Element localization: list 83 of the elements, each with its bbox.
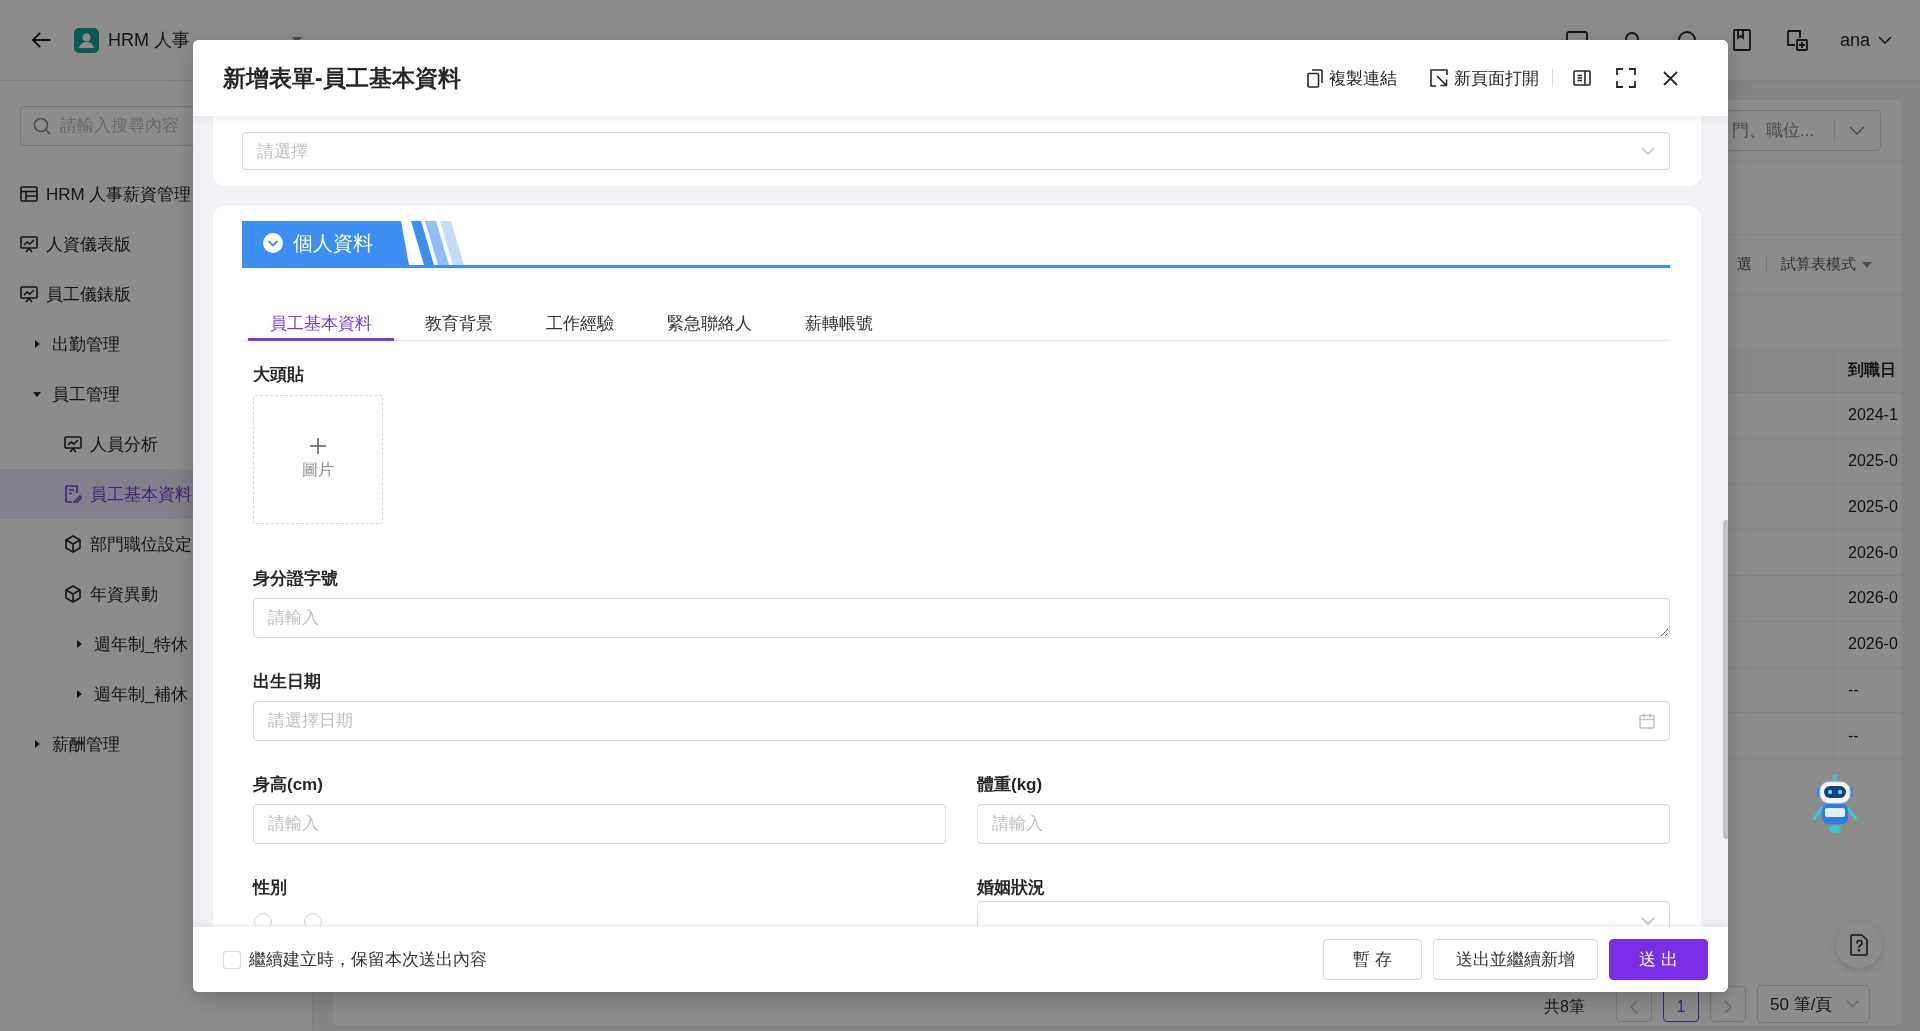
document-pen-icon [64, 485, 82, 503]
table-cell: 2024-1 [1833, 393, 1902, 438]
sidebar-item[interactable]: 員工儀錶版 [20, 269, 131, 319]
presentation-chart-icon [20, 285, 38, 303]
chevron-right-icon [1724, 1000, 1732, 1014]
expand-icon[interactable] [1616, 68, 1636, 88]
tab[interactable]: 員工基本資料 [248, 299, 394, 341]
user-name[interactable]: ana [1839, 29, 1870, 51]
radio-button[interactable] [304, 913, 322, 927]
textarea-field[interactable]: 請輸入 [253, 598, 1670, 638]
open-page-button[interactable]: 新頁面打開 [1430, 66, 1539, 90]
checkbox[interactable] [223, 950, 241, 969]
overlapping-squares-icon[interactable] [1784, 28, 1809, 52]
date-field[interactable]: 請選擇日期 [253, 701, 1670, 741]
field-label: 性別 [253, 877, 288, 899]
robot-icon[interactable] [1810, 774, 1860, 834]
input-field[interactable]: 請輸入 [253, 804, 946, 844]
presentation-chart-icon [64, 435, 82, 453]
submit-continue-button[interactable]: 送出並繼續新增 [1433, 939, 1598, 980]
sidebar-item[interactable]: HRM 人事薪資管理 [20, 169, 192, 219]
cube-icon [64, 585, 82, 603]
field-label: 體重(kg) [977, 774, 1044, 796]
tab[interactable]: 工作經驗 [524, 299, 636, 341]
sidebar-item[interactable]: 部門職位設定 [64, 519, 192, 569]
sidebar-item[interactable]: 人員分析 [64, 419, 158, 469]
tab[interactable]: 緊急聯絡人 [645, 299, 774, 341]
image-upload[interactable]: 圖片 [253, 395, 383, 524]
tab[interactable]: 教育背景 [403, 299, 515, 341]
sidebar-item[interactable]: 員工管理 [33, 369, 120, 419]
app-title[interactable]: HRM 人事 [108, 28, 190, 52]
back-icon[interactable] [31, 32, 51, 48]
document-question-icon [1849, 934, 1869, 956]
section-toggle[interactable]: 個人資料 [242, 221, 409, 265]
search-icon [33, 117, 51, 135]
chevron-down-icon [1641, 147, 1655, 155]
chevron-down-icon [1846, 1000, 1859, 1008]
table-cell: 2026-0 [1833, 621, 1902, 667]
column-header: 到職日 [1833, 349, 1902, 392]
page-size-select[interactable]: 50 筆/頁 [1757, 985, 1870, 1023]
cube-icon [64, 535, 82, 553]
chevron-down-icon[interactable] [1878, 36, 1892, 44]
table-cell: -- [1833, 667, 1902, 713]
checkbox-label: 繼續建立時，保留本次送出內容 [249, 949, 487, 971]
table-cell: 2025-0 [1833, 438, 1902, 484]
toolbar-link[interactable]: 選 [1737, 255, 1752, 274]
table-cell: 2026-0 [1833, 576, 1902, 621]
panel-icon[interactable] [1573, 70, 1591, 86]
sidebar-item[interactable]: 週年制_補休 [75, 669, 189, 719]
save-draft-button[interactable]: 暫 存 [1323, 939, 1422, 980]
scrollbar-thumb[interactable] [1723, 520, 1728, 839]
chevron-left-icon [1630, 1000, 1638, 1014]
field-label: 出生日期 [253, 671, 322, 693]
close-icon[interactable] [1663, 70, 1678, 86]
table-cell: -- [1833, 713, 1902, 758]
table-cell: 2025-0 [1833, 484, 1902, 530]
submit-button[interactable]: 送 出 [1609, 939, 1708, 980]
sidebar-item[interactable]: 薪酬管理 [33, 719, 120, 769]
box-arrow-icon [1430, 69, 1448, 87]
table-icon [20, 186, 38, 202]
calendar-icon [1639, 713, 1655, 729]
copy-icon [1307, 68, 1323, 88]
chevron-down-icon [1641, 917, 1655, 925]
mode-dropdown[interactable]: 試算表模式 [1781, 255, 1872, 274]
field-label: 身高(cm) [253, 774, 324, 796]
radio-button[interactable] [254, 913, 272, 927]
total-count: 共8筆 [1544, 996, 1585, 1017]
sidebar-item[interactable]: 人資儀表版 [20, 219, 131, 269]
field-label: 身分證字號 [253, 568, 339, 590]
sidebar-item[interactable]: 出勤管理 [33, 319, 120, 369]
sidebar-item[interactable]: 年資異動 [64, 569, 158, 619]
caret-icon [1862, 261, 1872, 268]
presentation-chart-icon [20, 235, 38, 253]
app-icon [74, 27, 99, 53]
plus-icon [310, 438, 326, 454]
field-label: 婚姻狀況 [977, 877, 1046, 899]
table-cell: 2026-0 [1833, 530, 1902, 575]
modal-title: 新增表單-員工基本資料 [223, 63, 461, 93]
input-field[interactable]: 請輸入 [977, 804, 1670, 844]
field-label: 大頭貼 [253, 364, 305, 386]
tab[interactable]: 薪轉帳號 [783, 299, 895, 341]
sidebar-item[interactable]: 週年制_特休 [75, 619, 189, 669]
copy-link-button[interactable]: 複製連結 [1307, 66, 1397, 90]
chevron-down-icon [1849, 126, 1865, 135]
